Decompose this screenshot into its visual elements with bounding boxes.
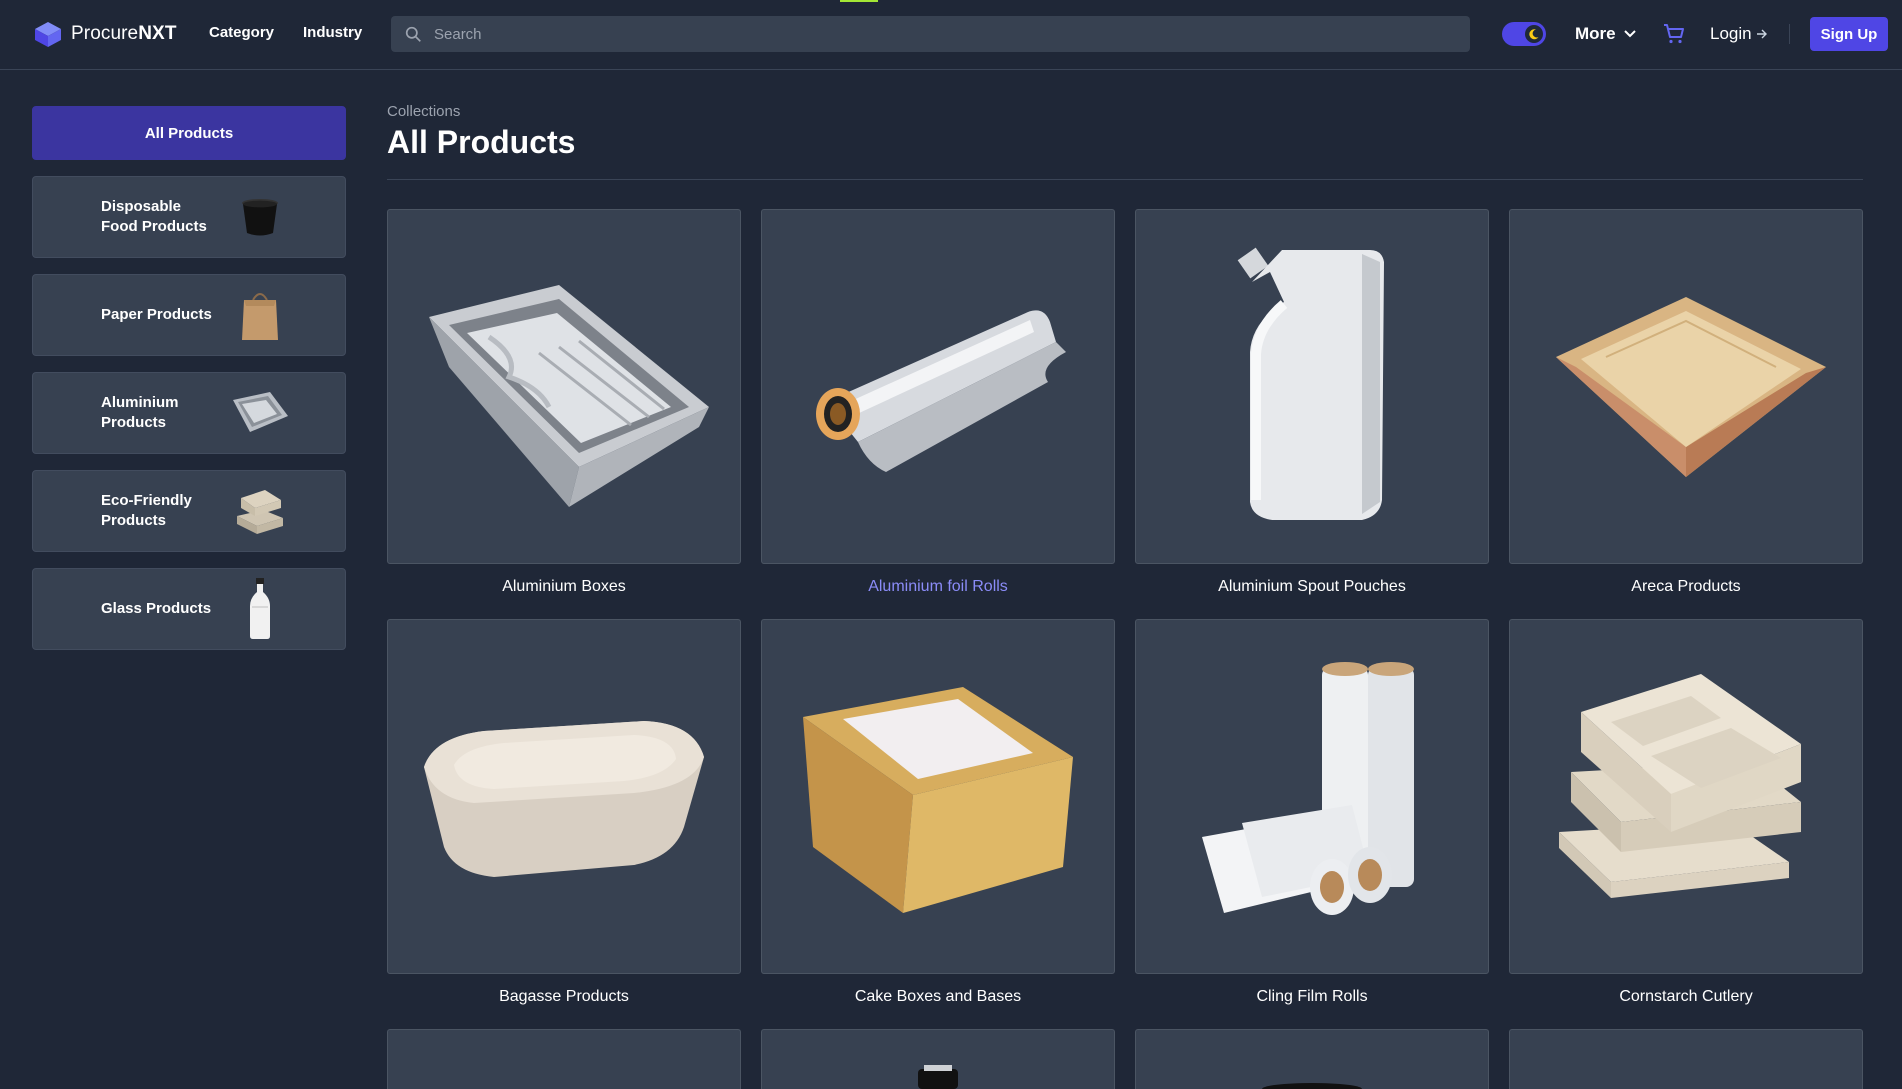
arrow-right-icon [1756,29,1767,39]
product-name[interactable]: Areca Products [1509,578,1863,596]
header-divider [1789,24,1790,44]
product-card-aluminium-foil-rolls[interactable]: Aluminium foil Rolls [761,209,1135,596]
aluminium-tray-icon [225,383,295,443]
product-card-cornstarch-cutlery[interactable]: Cornstarch Cutlery [1509,619,1883,1006]
sidebar-item-label: Eco-Friendly Products [101,492,192,529]
product-name[interactable]: Aluminium Spout Pouches [1135,578,1489,596]
product-name[interactable]: Cornstarch Cutlery [1509,988,1863,1006]
product-card-aluminium-spout-pouches[interactable]: Aluminium Spout Pouches [1135,209,1509,596]
eco-tray-icon [225,481,295,541]
chevron-down-icon [1623,30,1636,38]
sidebar-item-aluminium[interactable]: Aluminium Products [32,372,346,454]
search-bar[interactable] [391,16,1470,52]
product-image-partial [1135,1029,1489,1089]
aluminium-box-image [387,209,741,564]
product-card-aluminium-boxes[interactable]: Aluminium Boxes [387,209,761,596]
nav-industry[interactable]: Industry [303,24,362,41]
product-image-partial [761,1029,1115,1089]
bagasse-container-image [387,619,741,974]
product-name[interactable]: Bagasse Products [387,988,741,1006]
more-menu[interactable]: More [1575,24,1636,44]
sidebar-item-label: Disposable Food Products [101,198,207,235]
sidebar-item-all-products[interactable]: All Products [32,106,346,160]
black-food-container-icon [225,187,295,247]
sidebar-item-eco-friendly[interactable]: Eco-Friendly Products [32,470,346,552]
product-card-partial[interactable] [1509,1029,1883,1089]
sidebar-item-disposable-food[interactable]: Disposable Food Products [32,176,346,258]
cake-box-image [761,619,1115,974]
signup-button[interactable]: Sign Up [1810,17,1888,51]
product-name[interactable]: Aluminium foil Rolls [761,578,1115,596]
login-link[interactable]: Login [1710,24,1768,44]
product-name[interactable]: Cling Film Rolls [1135,988,1489,1006]
glass-bottle-icon [225,578,295,639]
product-name[interactable]: Cake Boxes and Bases [761,988,1115,1006]
product-card-partial[interactable] [1135,1029,1509,1089]
product-card-areca-products[interactable]: Areca Products [1509,209,1883,596]
cart-icon[interactable] [1662,22,1686,46]
cornstarch-tray-image [1509,619,1863,974]
paper-bag-icon [225,285,295,345]
product-card-partial[interactable] [387,1029,761,1089]
loading-indicator [840,0,878,2]
page-title: All Products [387,124,576,160]
product-card-bagasse-products[interactable]: Bagasse Products [387,619,761,1006]
login-label: Login [1710,24,1752,43]
sidebar-item-label: Paper Products [101,306,212,323]
more-label: More [1575,24,1616,43]
sidebar-item-label: Aluminium Products [101,394,179,431]
product-name[interactable]: Aluminium Boxes [387,578,741,596]
logo[interactable]: ProcureNXT [33,20,177,48]
top-navbar: ProcureNXT Category Industry More Login … [0,0,1902,70]
sidebar-item-paper[interactable]: Paper Products [32,274,346,356]
moon-icon [1525,25,1543,43]
sidebar-item-label: Glass Products [101,600,212,617]
foil-roll-image [761,209,1115,564]
product-card-cake-boxes[interactable]: Cake Boxes and Bases [761,619,1135,1006]
spout-pouch-image [1135,209,1489,564]
logo-text: ProcureNXT [71,23,177,44]
title-divider [387,179,1863,180]
search-input[interactable] [432,24,1436,44]
product-image-partial [387,1029,741,1089]
sidebar-item-glass[interactable]: Glass Products [32,568,346,650]
product-card-cling-film-rolls[interactable]: Cling Film Rolls [1135,619,1509,1006]
breadcrumb[interactable]: Collections [387,103,460,120]
product-image-partial [1509,1029,1863,1089]
cling-film-image [1135,619,1489,974]
logo-cube-icon [35,22,61,47]
areca-bowl-image [1509,209,1863,564]
product-card-partial[interactable] [761,1029,1135,1089]
theme-toggle[interactable] [1502,22,1546,46]
search-icon [405,26,421,42]
nav-category[interactable]: Category [209,24,274,41]
